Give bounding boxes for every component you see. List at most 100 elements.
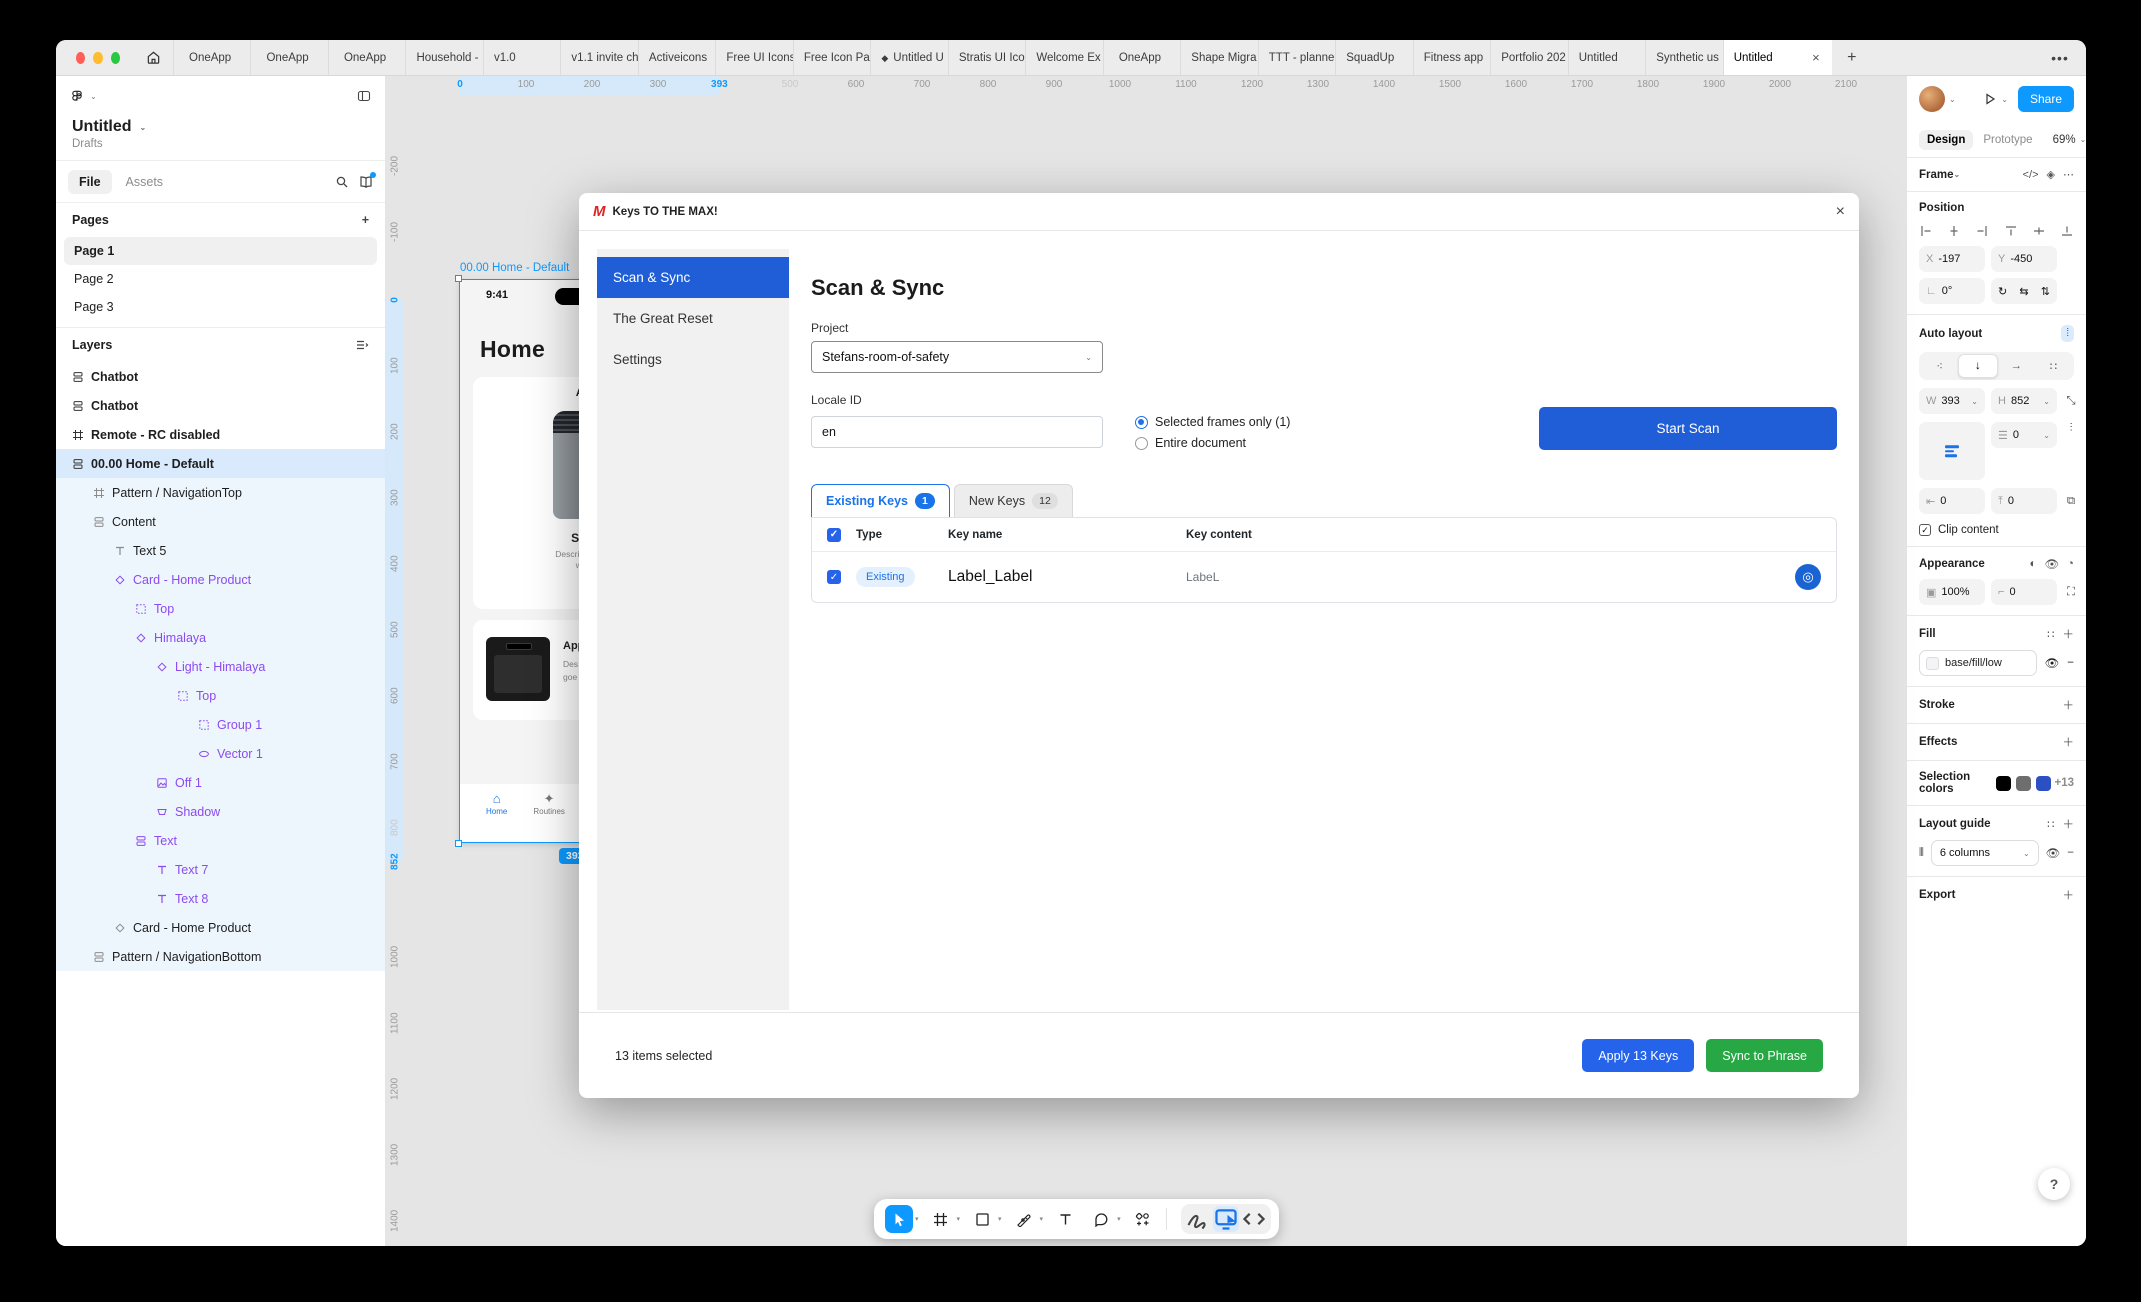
chevron-down-icon[interactable]: ⌄: [90, 92, 97, 101]
component-icon[interactable]: ◈: [2047, 168, 2055, 181]
file-tab[interactable]: Stratis UI Ico: [949, 40, 1026, 75]
file-tab[interactable]: v1.0: [484, 40, 561, 75]
file-tab[interactable]: SquadUp: [1336, 40, 1413, 75]
file-tab[interactable]: Untitled: [1569, 40, 1646, 75]
rotation-field[interactable]: ∟0°: [1919, 278, 1985, 304]
library-icon[interactable]: [359, 175, 373, 189]
file-tab[interactable]: OneApp: [174, 40, 251, 75]
search-icon[interactable]: [335, 175, 349, 189]
layer-row[interactable]: Chatbot: [56, 391, 385, 420]
flow-wrap-icon[interactable]: ∷: [2035, 354, 2072, 378]
project-select[interactable]: Stefans-room-of-safety ⌄: [811, 341, 1103, 373]
layer-row[interactable]: Card - Home Product: [56, 913, 385, 942]
page-item[interactable]: Page 1: [64, 237, 377, 265]
maximize-window-button[interactable]: [111, 52, 120, 64]
toggle-sidebar-icon[interactable]: [357, 89, 371, 103]
add-export-icon[interactable]: ＋: [2063, 887, 2075, 903]
new-tab-button[interactable]: +: [1832, 40, 1872, 75]
chevron-down-icon[interactable]: ▾: [915, 1215, 919, 1223]
avatar[interactable]: [1919, 86, 1945, 112]
styles-icon[interactable]: ∷: [2047, 627, 2054, 641]
file-tab[interactable]: TTT - planne: [1259, 40, 1336, 75]
sync-to-phrase-button[interactable]: Sync to Phrase: [1706, 1039, 1823, 1072]
eye-icon[interactable]: 👁: [2045, 656, 2060, 670]
file-tab[interactable]: Fitness app: [1414, 40, 1491, 75]
layer-row[interactable]: Text 7: [56, 855, 385, 884]
frame-tool[interactable]: ▾: [924, 1205, 964, 1233]
layer-row[interactable]: Text: [56, 826, 385, 855]
resize-icon[interactable]: ⤡: [2063, 395, 2079, 408]
figma-menu-icon[interactable]: [70, 89, 84, 103]
chevron-down-icon[interactable]: ⌄: [2001, 95, 2008, 104]
chevron-down-icon[interactable]: ▾: [1040, 1215, 1044, 1223]
height-field[interactable]: H852⌄: [1991, 388, 2057, 414]
flip-horizontal-icon[interactable]: ⇆: [2019, 285, 2028, 298]
y-position-field[interactable]: Y-450: [1991, 246, 2057, 272]
remove-guide-icon[interactable]: −: [2067, 847, 2074, 859]
file-title[interactable]: Untitled: [72, 118, 132, 136]
eye-icon[interactable]: 👁: [2046, 846, 2061, 860]
align-top-icon[interactable]: [2004, 224, 2018, 238]
flow-vertical-icon[interactable]: ↓: [1958, 354, 1997, 378]
align-bottom-icon[interactable]: [2060, 224, 2074, 238]
layer-row[interactable]: Off 1: [56, 768, 385, 797]
distribute-icon[interactable]: ⫶: [2063, 422, 2079, 435]
layer-row[interactable]: Content: [56, 507, 385, 536]
align-h-center-icon[interactable]: [1947, 224, 1961, 238]
home-icon[interactable]: [134, 40, 174, 75]
add-guide-icon[interactable]: ＋: [2063, 816, 2075, 832]
tab-design[interactable]: Design: [1919, 130, 1973, 150]
eye-icon[interactable]: 👁: [2044, 557, 2059, 571]
add-stroke-icon[interactable]: ＋: [2063, 697, 2075, 713]
file-tab[interactable]: OneApp: [251, 40, 328, 75]
page-item[interactable]: Page 3: [64, 293, 377, 321]
radio-entire-document[interactable]: Entire document: [1135, 436, 1290, 450]
layer-row[interactable]: 00.00 Home - Default: [56, 449, 385, 478]
color-swatch[interactable]: [2016, 776, 2031, 791]
layer-row[interactable]: Group 1: [56, 710, 385, 739]
layers-options-icon[interactable]: [355, 338, 369, 352]
keys-tab[interactable]: Existing Keys 1: [811, 484, 950, 517]
corner-radius-field[interactable]: ⌐0: [1991, 579, 2057, 605]
radio-selected-frames[interactable]: Selected frames only (1): [1135, 415, 1290, 429]
actions-tool[interactable]: [1126, 1205, 1160, 1233]
layer-row[interactable]: Himalaya: [56, 623, 385, 652]
selection-handle[interactable]: [455, 840, 462, 847]
width-field[interactable]: W393⌄: [1919, 388, 1985, 414]
close-window-button[interactable]: [76, 52, 85, 64]
file-tab[interactable]: ◆ Untitled U: [871, 40, 948, 75]
comment-tool[interactable]: ▾: [1084, 1205, 1124, 1233]
chevron-down-icon[interactable]: ▾: [998, 1215, 1002, 1223]
pen-tool[interactable]: ▾: [1007, 1205, 1047, 1233]
more-options-icon[interactable]: ⋯: [2063, 168, 2074, 181]
flip-vertical-icon[interactable]: ⇅: [2041, 285, 2050, 298]
table-row[interactable]: ✓ Existing Label_Label LabeL ◎: [812, 552, 1836, 602]
fill-style-field[interactable]: base/fill/low: [1919, 650, 2037, 676]
layer-row[interactable]: Card - Home Product: [56, 565, 385, 594]
add-effect-icon[interactable]: ＋: [2063, 734, 2075, 750]
start-scan-button[interactable]: Start Scan: [1539, 407, 1837, 450]
expand-icon[interactable]: ⛶: [2063, 586, 2079, 599]
file-tab[interactable]: Activeicons: [639, 40, 716, 75]
layer-row[interactable]: Top: [56, 594, 385, 623]
close-tab-icon[interactable]: ×: [1810, 50, 1822, 65]
text-tool[interactable]: [1048, 1205, 1082, 1233]
select-all-checkbox[interactable]: ✓: [827, 528, 841, 542]
vertical-padding-field[interactable]: ⤒0: [1991, 488, 2057, 514]
close-icon[interactable]: ×: [1836, 203, 1845, 221]
dev-mode-icon[interactable]: [1241, 1206, 1267, 1232]
blend-mode-icon[interactable]: ◐: [2029, 558, 2036, 570]
align-left-icon[interactable]: [1919, 224, 1933, 238]
plugin-mode-icon[interactable]: [1213, 1206, 1239, 1232]
chevron-down-icon[interactable]: ▾: [1117, 1215, 1121, 1223]
selection-handle[interactable]: [455, 275, 462, 282]
file-tab[interactable]: v1.1 invite ch: [561, 40, 638, 75]
chevron-down-icon[interactable]: ⌄: [1954, 170, 1961, 179]
color-swatch[interactable]: [2036, 776, 2051, 791]
tab-prototype[interactable]: Prototype: [1983, 134, 2032, 146]
page-item[interactable]: Page 2: [64, 265, 377, 293]
flow-horizontal-icon[interactable]: →: [1998, 354, 2035, 378]
layer-row[interactable]: Text 8: [56, 884, 385, 913]
row-checkbox[interactable]: ✓: [827, 570, 841, 584]
move-tool[interactable]: ▾: [882, 1205, 922, 1233]
